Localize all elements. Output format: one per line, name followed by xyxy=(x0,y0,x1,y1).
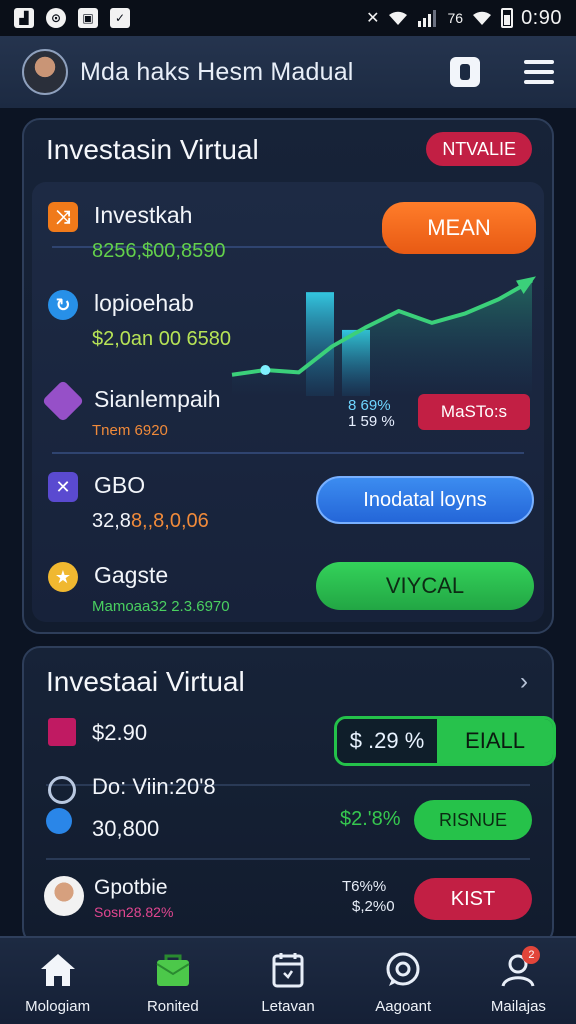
check-icon: ✓ xyxy=(110,8,130,28)
row-sub: Sosn28.82% xyxy=(94,904,174,920)
trophy-icon: ★ xyxy=(48,562,78,592)
list-item[interactable]: ✕ GBO 32,88,,8,0,06 Inodatal loyns xyxy=(32,464,544,548)
nav-label: Letavan xyxy=(261,998,315,1015)
signal-text: 76 xyxy=(447,10,464,26)
wifi-icon xyxy=(389,11,408,25)
nav-rented[interactable]: Ronited xyxy=(115,938,230,1024)
nav-label: Aagoant xyxy=(375,998,432,1015)
investment-list: ⤨ Investkah 8256,$00,8590 MEAN ↻ lopioeh… xyxy=(32,182,544,622)
chart-point xyxy=(260,365,271,376)
status-bar: ▟ ⊙ ▣ ✓ ✕ 76 0:90 xyxy=(0,0,576,36)
clock-icon xyxy=(48,776,76,804)
virtual-investment-card-2: Investaai Virtual › $2.90 $ .29 % EIALL … xyxy=(22,646,556,946)
asset-name: lopioehab xyxy=(94,290,194,316)
nav-label: Ronited xyxy=(146,998,199,1015)
image-icon: ▟ xyxy=(14,8,34,28)
signal-icon xyxy=(418,10,437,27)
app-title: Mda haks Hesm Madual xyxy=(80,57,354,86)
asset-name: GBO xyxy=(94,472,146,498)
wallet-icon xyxy=(48,718,76,746)
gauge-label: EIALL xyxy=(437,719,553,763)
asset-name: Sianlempaih xyxy=(94,386,221,412)
investment-button[interactable]: Inodatal loyns xyxy=(316,476,534,524)
chevron-right-icon[interactable]: › xyxy=(520,668,528,696)
nav-label: Mailajas xyxy=(490,998,546,1015)
nav-label: Mologiam xyxy=(25,998,91,1015)
gauge-value: $ .29 % xyxy=(337,719,437,763)
notification-badge: 2 xyxy=(522,946,541,964)
status-right-icons: ✕ 76 0:90 xyxy=(366,7,562,30)
user-avatar-icon xyxy=(44,876,84,916)
nav-calendar[interactable]: Letavan xyxy=(230,938,345,1024)
virtual-investment-card: Investasin Virtual NTVALIE ⤨ Investkah 8… xyxy=(22,118,554,634)
hamburger-menu-icon[interactable] xyxy=(524,60,554,84)
nav-profile[interactable]: 2 Mailajas xyxy=(461,938,576,1024)
silent-icon: ✕ xyxy=(366,10,380,27)
bottom-navigation: Mologiam Ronited Letavan Aagoant 2 Maila… xyxy=(0,936,576,1024)
nav-home[interactable]: Mologiam xyxy=(0,938,115,1024)
wifi-icon xyxy=(473,11,492,25)
virtual-button[interactable]: VIYCAL xyxy=(316,562,534,610)
asset-value: Tnem 6920 xyxy=(92,422,168,439)
shopping-bag-icon xyxy=(153,950,193,990)
row-stat: $2.'8% xyxy=(340,808,401,830)
card-title: Investasin Virtual xyxy=(46,134,259,165)
row-stat: $,2%0 xyxy=(352,898,395,915)
row-amount: 30,800 xyxy=(92,816,160,841)
status-left-icons: ▟ ⊙ ▣ ✓ xyxy=(14,8,130,28)
row-divider xyxy=(46,858,530,860)
app-header: Mda haks Hesm Madual xyxy=(0,36,576,108)
list-item[interactable]: Sianlempaih Tnem 6920 8 69% 1 59 % MaSTo… xyxy=(32,378,544,462)
asset-value-part: 8,,8,0,06 xyxy=(130,510,209,532)
card-icon[interactable] xyxy=(450,57,480,87)
close-icon: ✕ xyxy=(48,472,78,502)
list-item[interactable]: ↻ lopioehab $2,0an 00 6580 xyxy=(32,282,544,366)
user-avatar[interactable] xyxy=(22,49,68,95)
chat-icon: ⊙ xyxy=(46,8,66,28)
row-amount: $2.90 xyxy=(92,720,148,745)
status-badge[interactable]: NTVALIE xyxy=(426,132,532,166)
row-name: Gpotbie xyxy=(94,876,168,899)
resume-button[interactable]: RISNUE xyxy=(414,800,532,840)
asset-name: Gagste xyxy=(94,562,169,588)
battery-icon xyxy=(501,8,514,28)
asset-value-part: 32,8 xyxy=(92,510,131,532)
calendar-icon xyxy=(268,950,308,990)
mean-button[interactable]: MEAN xyxy=(382,202,536,254)
nav-chat[interactable]: Aagoant xyxy=(346,938,461,1024)
list-item[interactable]: ★ Gagste Mamoaa32 2.3.6970 VIYCAL xyxy=(32,554,544,622)
amount-gauge[interactable]: $ .29 % EIALL xyxy=(334,716,556,766)
asset-value: $2,0an 00 6580 xyxy=(92,328,232,350)
profile-icon: 2 xyxy=(498,946,541,990)
masters-button[interactable]: MaSTo:s xyxy=(418,394,530,430)
change-stat: 1 59 % xyxy=(348,413,395,430)
clock-dot-icon xyxy=(46,808,72,834)
kist-button[interactable]: KIST xyxy=(414,878,532,920)
home-icon xyxy=(38,950,78,990)
asset-value: 32,88,,8,0,06 xyxy=(92,510,209,533)
change-stat: 8 69% xyxy=(348,397,391,414)
asset-value: 8256,$00,8590 xyxy=(92,240,226,262)
status-time: 0:90 xyxy=(521,6,562,29)
chat-bubble-icon xyxy=(383,950,423,990)
row-stat: T6%% xyxy=(342,878,387,895)
card-title: Investaai Virtual xyxy=(46,666,245,697)
photo-icon: ▣ xyxy=(78,8,98,28)
asset-value: Mamoaa32 2.3.6970 xyxy=(92,598,230,615)
list-item[interactable]: ⤨ Investkah 8256,$00,8590 MEAN xyxy=(32,194,544,278)
asset-name: Investkah xyxy=(94,202,193,228)
crystal-icon xyxy=(41,379,85,423)
refresh-icon: ↻ xyxy=(48,290,78,320)
shuffle-icon: ⤨ xyxy=(48,202,78,232)
row-title: Do: Viin:20'8 xyxy=(92,774,216,799)
